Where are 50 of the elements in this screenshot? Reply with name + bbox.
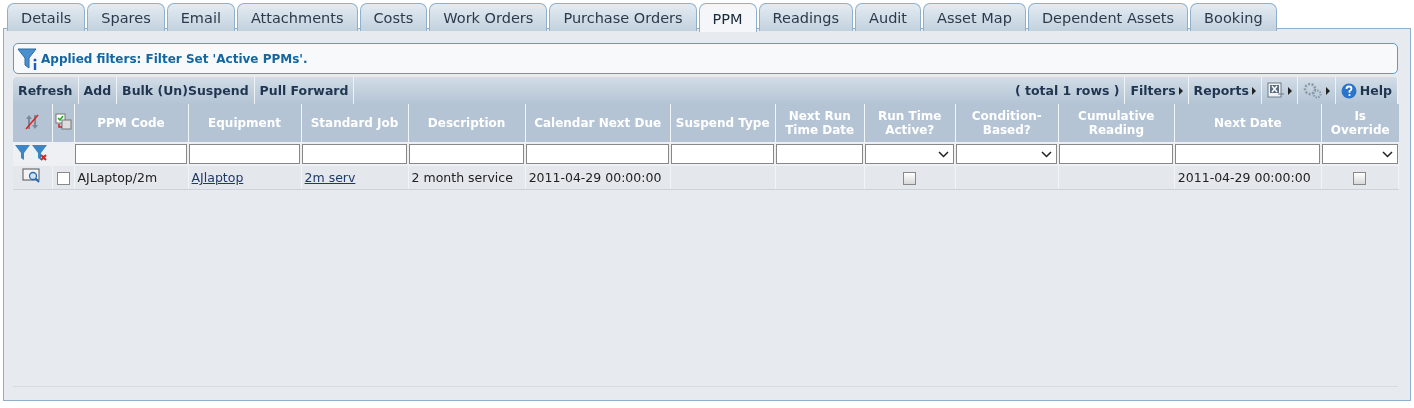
- chevron-down-icon: [1381, 150, 1393, 158]
- filter-field[interactable]: [409, 144, 525, 164]
- filter-field[interactable]: [75, 144, 188, 164]
- chevron-down-icon: [1041, 150, 1053, 158]
- filter-banner-text: Applied filters: Filter Set 'Active PPMs'.: [41, 51, 308, 66]
- caret-icon: [1251, 86, 1256, 95]
- filter-field[interactable]: [189, 144, 301, 164]
- filter-info-icon: [17, 46, 39, 71]
- tab[interactable]: Purchase Orders: [549, 3, 697, 31]
- filter-dropdown[interactable]: [1322, 144, 1398, 164]
- tab[interactable]: Work Orders: [429, 3, 548, 31]
- tab[interactable]: Asset Map: [923, 3, 1026, 31]
- tab[interactable]: Booking: [1190, 3, 1277, 31]
- tab[interactable]: Readings: [758, 3, 854, 31]
- chevron-down-icon: [938, 150, 950, 158]
- filter-field[interactable]: [776, 144, 864, 164]
- tab[interactable]: PPM: [698, 3, 757, 32]
- filter-field[interactable]: [671, 144, 775, 164]
- clear-filter-icon[interactable]: [31, 144, 48, 161]
- spreadsheet-icon: [1266, 82, 1285, 99]
- filter-field[interactable]: [302, 144, 408, 164]
- tab[interactable]: Attachments: [236, 3, 358, 31]
- table-cell: 2 month service: [411, 170, 513, 185]
- help-icon: [1340, 82, 1357, 99]
- view-record-icon[interactable]: [22, 168, 43, 184]
- caret-icon: [1325, 86, 1330, 95]
- row-checkbox[interactable]: [56, 172, 70, 185]
- filter-field[interactable]: [1175, 144, 1321, 164]
- caret-icon: [1178, 86, 1183, 95]
- swap-selection-icon[interactable]: [54, 113, 72, 130]
- table-link[interactable]: AJlaptop: [191, 170, 244, 185]
- settings-icon: [1302, 82, 1323, 99]
- filter-dropdown[interactable]: [956, 144, 1058, 164]
- caret-icon: [1287, 86, 1292, 95]
- tab[interactable]: Dependent Assets: [1027, 3, 1189, 31]
- filter-field[interactable]: [1059, 144, 1174, 164]
- tab[interactable]: Costs: [359, 3, 428, 31]
- sort-clear-icon[interactable]: [24, 112, 41, 131]
- filter-field[interactable]: [526, 144, 670, 164]
- tab[interactable]: Details: [7, 3, 86, 31]
- tab[interactable]: Spares: [87, 3, 165, 31]
- row-count: ( total 1 rows ): [1014, 83, 1120, 98]
- table-cell: 2011-04-29 00:00:00: [528, 170, 662, 185]
- table-link[interactable]: 2m serv: [304, 170, 356, 185]
- table-cell: AJLaptop/2m: [77, 170, 158, 185]
- filter-dropdown[interactable]: [865, 144, 955, 164]
- filter-icon[interactable]: [14, 144, 31, 161]
- tab[interactable]: Audit: [855, 3, 922, 31]
- tab[interactable]: Email: [166, 3, 235, 31]
- table-cell: 2011-04-29 00:00:00: [1177, 170, 1311, 185]
